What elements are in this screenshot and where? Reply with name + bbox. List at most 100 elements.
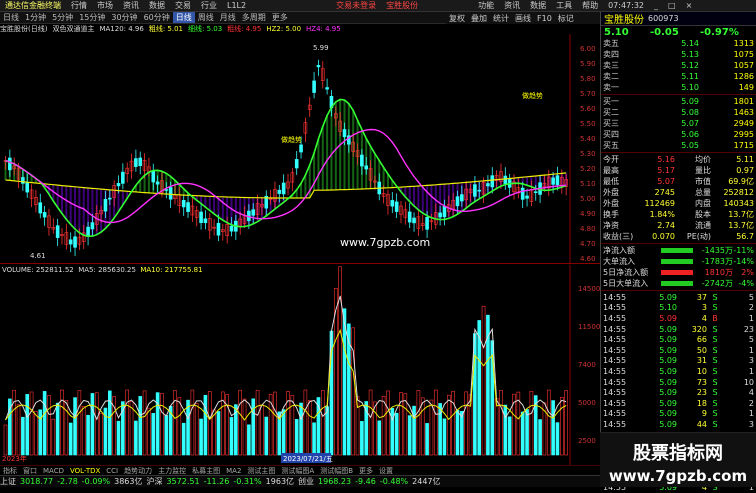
flow-pct: -4% <box>738 279 754 288</box>
ask-row[interactable]: 卖二 5.11 1286 <box>601 71 756 82</box>
status-bar: 上证 3018.77 -2.78 -0.09% 3863亿 沪深 3572.51… <box>0 475 600 487</box>
bid-row[interactable]: 买二 5.08 1463 <box>601 107 756 118</box>
tab-test-b[interactable]: 测试幅图B <box>317 466 356 476</box>
draw-button[interactable]: 画线 <box>512 13 534 24</box>
tab-test-a[interactable]: 测试幅图A <box>278 466 317 476</box>
bid-row[interactable]: 买五 5.05 1715 <box>601 140 756 151</box>
volume-bar <box>12 389 16 456</box>
tab-vol-tdx[interactable]: VOL-TDX <box>67 467 103 475</box>
price-tick: 5.40 <box>580 135 596 143</box>
price-tick: 5.80 <box>580 75 596 83</box>
period-1min[interactable]: 1分钟 <box>22 12 49 23</box>
period-more[interactable]: 更多 <box>269 12 291 23</box>
period-60min[interactable]: 60分钟 <box>141 12 173 23</box>
quote-header: 宝胜股份 600973 <box>601 12 756 26</box>
menu-tools[interactable]: 工具 <box>551 0 577 11</box>
period-day[interactable]: 日线 <box>172 12 195 23</box>
tick-side: S <box>712 377 718 387</box>
price-tick: 5.60 <box>580 105 596 113</box>
sh-change: -2.78 <box>57 477 78 486</box>
volume-bar <box>90 393 95 456</box>
flow-value: 1810万 <box>704 268 733 277</box>
menu-data[interactable]: 数据 <box>144 0 170 11</box>
menu-trade[interactable]: 交易 <box>170 0 196 11</box>
high-label: 5.99 <box>313 44 329 52</box>
flow-row: 大单流入 -1783万 -14% <box>601 256 756 267</box>
period-multi[interactable]: 多周期 <box>239 12 269 23</box>
minimize-icon[interactable]: _ <box>649 1 663 10</box>
volume-bar <box>407 415 412 456</box>
tab-main-monitor[interactable]: 主力监控 <box>155 466 189 476</box>
volume-bar <box>207 391 212 456</box>
menu-industry[interactable]: 行业 <box>196 0 222 11</box>
stats-button[interactable]: 统计 <box>490 13 512 24</box>
volume-bar <box>420 397 425 456</box>
menu-data2[interactable]: 数据 <box>525 0 551 11</box>
f10-button[interactable]: F10 <box>534 14 555 23</box>
tab-cci[interactable]: CCI <box>103 467 121 475</box>
tick-price: 5.09 <box>659 356 677 366</box>
volume-bar <box>273 391 277 456</box>
volume-chart[interactable]: 14500 11500 7400 5000 2500 2023/07/21/五 2023… <box>0 265 600 475</box>
tab-window[interactable]: 窗口 <box>20 466 40 476</box>
volume-bar <box>251 398 256 456</box>
tab-indicator[interactable]: 指标 <box>0 466 20 476</box>
kline-chart[interactable]: 6.00 5.90 5.80 5.70 5.60 5.50 5.40 5.30 5.20 5.10… <box>0 34 600 264</box>
candle-body <box>533 191 538 193</box>
candle-body <box>473 184 477 197</box>
bid-volume: 1715 <box>733 141 754 150</box>
tab-private-main[interactable]: 私募主图 <box>189 466 223 476</box>
candle-body <box>86 226 90 237</box>
price-tick: 6.00 <box>580 45 596 53</box>
menu-help[interactable]: 帮助 <box>577 0 603 11</box>
tick-price: 5.09 <box>659 388 677 398</box>
menu-l1l2[interactable]: L1L2 <box>222 1 251 10</box>
period-5min[interactable]: 5分钟 <box>49 12 76 23</box>
tab-macd[interactable]: MACD <box>40 467 67 475</box>
menu-function[interactable]: 功能 <box>473 0 499 11</box>
restore-rights-button[interactable]: 复权 <box>446 13 468 24</box>
overlay-button[interactable]: 叠加 <box>468 13 490 24</box>
volume-bar <box>47 395 51 456</box>
menu-market[interactable]: 行情 <box>66 0 92 11</box>
tab-trend-power[interactable]: 趋势动力 <box>121 466 155 476</box>
formula-name[interactable]: 双色双通道主 <box>52 24 94 34</box>
volume-bar <box>199 418 203 456</box>
stat-value: 112469 <box>644 199 675 208</box>
flow-value: -2742万 <box>701 279 733 288</box>
ask-row[interactable]: 卖五 5.14 1313 <box>601 38 756 49</box>
period-daily-label[interactable]: 日线 <box>0 12 22 23</box>
ask-row[interactable]: 卖三 5.12 1057 <box>601 60 756 71</box>
maximize-icon[interactable]: □ <box>663 1 681 10</box>
period-30min[interactable]: 30分钟 <box>108 12 140 23</box>
period-week[interactable]: 周线 <box>195 12 217 23</box>
tab-more[interactable]: 更多 <box>356 466 376 476</box>
mark-button[interactable]: 标记 <box>555 13 577 24</box>
trade-login-status[interactable]: 交易未登录 <box>331 0 381 11</box>
flow-value: -1783万 <box>701 257 733 266</box>
menu-news[interactable]: 资讯 <box>118 0 144 11</box>
stat-label: 最高 <box>603 166 619 175</box>
close-icon[interactable]: × <box>681 1 698 10</box>
volume-bar <box>560 397 564 456</box>
tab-ma2[interactable]: MA2 <box>223 467 244 475</box>
ask-row[interactable]: 卖四 5.13 1075 <box>601 49 756 60</box>
candle-body <box>25 182 30 193</box>
volume-tick: 11500 <box>578 323 600 331</box>
bid-label: 买一 <box>603 97 619 106</box>
ask-row[interactable]: 卖一 5.10 149 <box>601 82 756 93</box>
kline-svg[interactable]: 6.00 5.90 5.80 5.70 5.60 5.50 5.40 5.30 5.20 5.10… <box>0 34 600 264</box>
tab-test-main[interactable]: 测试主图 <box>244 466 278 476</box>
price-tick: 5.90 <box>580 60 596 68</box>
bid-row[interactable]: 买三 5.07 2949 <box>601 118 756 129</box>
volume-svg[interactable]: 14500 11500 7400 5000 2500 2023/07/21/五 2023… <box>0 265 600 465</box>
menu-exchange[interactable]: 市场 <box>92 0 118 11</box>
period-month[interactable]: 月线 <box>217 12 239 23</box>
stat-value-2: 252812 <box>723 188 754 197</box>
period-15min[interactable]: 15分钟 <box>76 12 108 23</box>
bid-row[interactable]: 买一 5.09 1801 <box>601 96 756 107</box>
bid-row[interactable]: 买四 5.06 2995 <box>601 129 756 140</box>
menu-info[interactable]: 资讯 <box>499 0 525 11</box>
volume-bar <box>520 411 525 456</box>
tab-settings[interactable]: 设置 <box>376 466 396 476</box>
